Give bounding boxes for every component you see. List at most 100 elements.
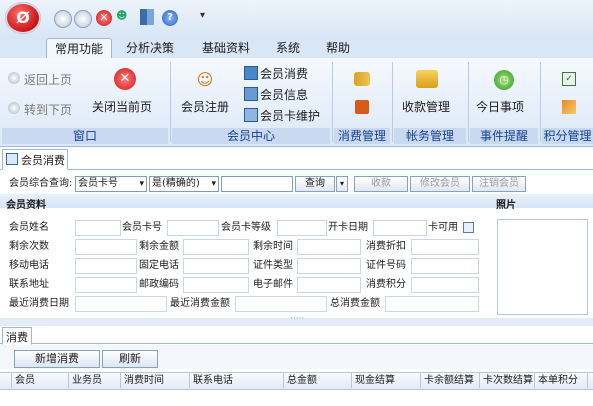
group-label-consume: 消费管理	[334, 128, 390, 144]
group-separator	[170, 62, 171, 142]
group-label-points: 积分管理	[542, 128, 593, 144]
label-id-number: 证件号码	[366, 260, 406, 271]
close-icon[interactable]: ✕	[96, 10, 112, 26]
label-card-usable: 卡可用	[428, 222, 458, 233]
today-items-button[interactable]: 今日事项	[476, 98, 524, 115]
postcode-field[interactable]	[183, 277, 249, 293]
col-cash[interactable]: 现金结算	[352, 373, 421, 388]
group-label-account: 帐务管理	[394, 128, 466, 144]
email-field[interactable]	[297, 277, 361, 293]
remaining-count-field[interactable]	[75, 239, 137, 255]
card-level-field[interactable]	[277, 220, 327, 236]
receive-icon	[416, 70, 438, 88]
refresh-button[interactable]: 刷新	[102, 350, 158, 368]
people-icon[interactable]: ☻	[116, 9, 132, 25]
member-info-title: 会员资料	[6, 200, 46, 211]
tab-common[interactable]: 常用功能	[46, 38, 112, 59]
member-consume-button[interactable]: 会员消费	[260, 65, 308, 82]
tab-analysis[interactable]: 分析决策	[126, 38, 174, 58]
label-remaining-amount: 剩余金额	[139, 241, 179, 252]
consume-icon[interactable]	[354, 72, 370, 86]
group-label-window: 窗口	[2, 128, 168, 144]
member-consume-icon	[244, 66, 258, 80]
label-card-level: 会员卡等级	[221, 222, 271, 233]
label-id-type: 证件类型	[253, 260, 293, 271]
col-card-balance[interactable]: 卡余额结算	[421, 373, 480, 388]
total-consume-field[interactable]	[385, 296, 479, 312]
member-register-button[interactable]: 会员注册	[181, 98, 229, 115]
col-member[interactable]: 会员	[12, 373, 69, 388]
app-menu-button[interactable]: Ø	[5, 2, 41, 34]
open-date-field[interactable]	[373, 220, 427, 236]
col-card-count[interactable]: 卡次数结算	[480, 373, 535, 388]
photo-label: 照片	[496, 200, 516, 211]
points-exchange-icon[interactable]	[562, 100, 576, 114]
col-phone[interactable]: 联系电话	[190, 373, 284, 388]
id-number-field[interactable]	[411, 258, 479, 274]
customize-dropdown-icon[interactable]: ▾	[200, 10, 205, 21]
back-icon[interactable]	[54, 10, 72, 28]
address-field[interactable]	[75, 277, 137, 293]
document-icon	[6, 153, 18, 165]
book-icon[interactable]	[140, 9, 154, 25]
goods-icon[interactable]	[355, 100, 369, 114]
chevron-down-icon: ▾	[211, 179, 216, 189]
member-name-field[interactable]	[75, 220, 121, 236]
cancel-member-button[interactable]: 注销会员	[472, 176, 526, 192]
label-open-date: 开卡日期	[328, 222, 368, 233]
card-usable-checkbox[interactable]	[463, 222, 474, 233]
remaining-time-field[interactable]	[297, 239, 361, 255]
tab-system[interactable]: 系统	[276, 38, 300, 58]
panel-splitter[interactable]: ·····	[0, 314, 593, 326]
last-consume-date-field[interactable]	[75, 296, 167, 312]
forward-icon[interactable]	[74, 10, 92, 28]
phone-field[interactable]	[183, 258, 249, 274]
col-order-points[interactable]: 本单积分	[535, 373, 588, 388]
tab-basic-data[interactable]: 基础资料	[202, 38, 250, 58]
consume-tab-bar	[0, 343, 593, 344]
consume-tab[interactable]: 消费	[2, 327, 32, 345]
search-label: 会员综合查询:	[9, 178, 73, 189]
card-maintain-button[interactable]: 会员卡维护	[260, 107, 320, 124]
search-field-select[interactable]: 会员卡号 ▾	[75, 176, 147, 192]
document-tab-bar	[0, 147, 593, 170]
member-info-button[interactable]: 会员信息	[260, 86, 308, 103]
consume-tab-label: 消费	[6, 331, 28, 344]
tab-help[interactable]: 帮助	[326, 38, 350, 58]
points-field[interactable]	[411, 277, 479, 293]
match-type-select[interactable]: 是(精确的) ▾	[149, 176, 219, 192]
discount-field[interactable]	[411, 239, 479, 255]
id-type-field[interactable]	[297, 258, 361, 274]
add-consume-button[interactable]: 新增消费	[14, 350, 100, 368]
photo-box	[497, 219, 588, 315]
label-mobile: 移动电话	[9, 260, 49, 271]
prev-page-button[interactable]: 返回上页	[24, 71, 72, 88]
card-no-field[interactable]	[167, 220, 219, 236]
edit-member-button[interactable]: 修改会员	[410, 176, 470, 192]
receive-button[interactable]: 收款	[354, 176, 408, 192]
receive-manage-button[interactable]: 收款管理	[402, 98, 450, 115]
remaining-amount-field[interactable]	[183, 239, 249, 255]
col-salesperson[interactable]: 业务员	[69, 373, 121, 388]
app-logo-icon: Ø	[16, 8, 30, 27]
col-consume-time[interactable]: 消费时间	[121, 373, 190, 388]
search-input[interactable]	[221, 176, 293, 192]
points-check-icon[interactable]: ✓	[562, 72, 576, 86]
document-tab[interactable]: 会员消费	[2, 149, 68, 170]
last-consume-amount-field[interactable]	[235, 296, 327, 312]
close-page-button[interactable]: 关闭当前页	[92, 98, 152, 115]
col-total-amount[interactable]: 总金额	[284, 373, 352, 388]
member-register-icon: ☺	[196, 70, 214, 89]
query-options-button[interactable]: ▾	[336, 176, 348, 192]
query-button[interactable]: 查询	[295, 176, 335, 192]
help-icon[interactable]: ?	[162, 10, 178, 26]
mobile-field[interactable]	[75, 258, 137, 274]
label-card-no: 会员卡号	[122, 222, 162, 233]
splitter-grip-icon: ·····	[290, 314, 305, 324]
group-separator	[468, 62, 469, 142]
card-maintain-icon	[244, 108, 258, 122]
label-total-consume: 总消费金额	[330, 298, 380, 309]
group-separator	[540, 62, 541, 142]
next-page-button[interactable]: 转到下页	[24, 101, 72, 118]
label-phone: 固定电话	[139, 260, 179, 271]
